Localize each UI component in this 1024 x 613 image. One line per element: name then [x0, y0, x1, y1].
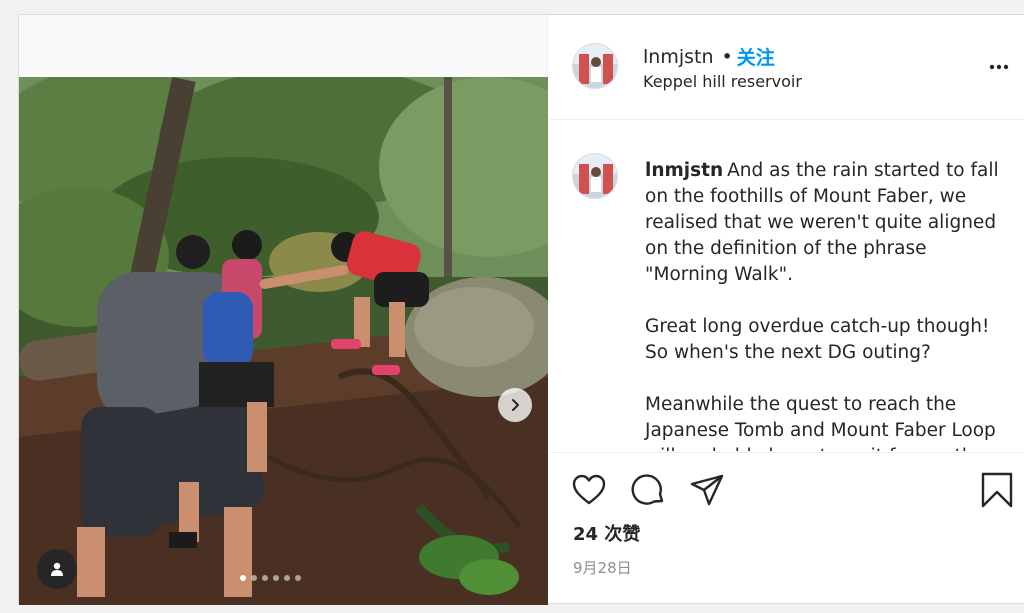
carousel-dot: [273, 575, 279, 581]
instagram-post: lnmjstn • 关注 Keppel hill reservoir lnmjs…: [18, 14, 1024, 605]
tagged-users-button[interactable]: [37, 549, 77, 589]
caption-avatar[interactable]: [572, 153, 618, 199]
carousel-dot: [240, 575, 246, 581]
caption-paragraph: Great long overdue catch-up though! So w…: [645, 316, 990, 363]
comments-area[interactable]: lnmjstn And as the rain started to fall o…: [549, 121, 1024, 451]
post-header: lnmjstn • 关注 Keppel hill reservoir: [549, 15, 1024, 120]
action-bar: 24 次赞 9月28日: [549, 452, 1024, 605]
carousel-dot: [251, 575, 257, 581]
bookmark-icon: [981, 472, 1013, 508]
paper-plane-icon: [690, 474, 724, 506]
comment-bubble-icon: [631, 474, 664, 505]
more-options-button[interactable]: [987, 55, 1011, 79]
heart-icon: [572, 474, 606, 505]
user-tag-icon: [51, 562, 63, 576]
carousel-dot: [262, 575, 268, 581]
post-media: [19, 15, 548, 605]
avatar[interactable]: [572, 43, 618, 89]
post-photo[interactable]: [19, 77, 548, 605]
follow-button[interactable]: 关注: [737, 43, 775, 70]
caption-username[interactable]: lnmjstn: [645, 160, 723, 181]
caption-paragraph: Meanwhile the quest to reach the Japanes…: [645, 394, 996, 451]
username-link[interactable]: lnmjstn: [643, 46, 714, 68]
share-button[interactable]: [689, 472, 725, 508]
post-date[interactable]: 9月28日: [573, 557, 632, 578]
like-count[interactable]: 24 次赞: [573, 520, 640, 546]
next-image-button[interactable]: [498, 388, 532, 422]
post-caption: lnmjstn And as the rain started to fall o…: [645, 158, 1005, 451]
save-button[interactable]: [979, 472, 1015, 508]
separator-dot: •: [721, 45, 733, 68]
comment-button[interactable]: [631, 472, 667, 508]
caption-paragraph: lnmjstn And as the rain started to fall o…: [645, 158, 1005, 288]
username-line: lnmjstn • 关注: [643, 43, 775, 70]
carousel-indicator: [240, 575, 301, 581]
like-button[interactable]: [571, 472, 607, 508]
carousel-dot: [295, 575, 301, 581]
post-sidebar: lnmjstn • 关注 Keppel hill reservoir lnmjs…: [549, 15, 1024, 605]
chevron-right-icon: [512, 399, 519, 411]
location-link[interactable]: Keppel hill reservoir: [643, 72, 802, 91]
carousel-dot: [284, 575, 290, 581]
more-options-icon: [989, 64, 1009, 70]
